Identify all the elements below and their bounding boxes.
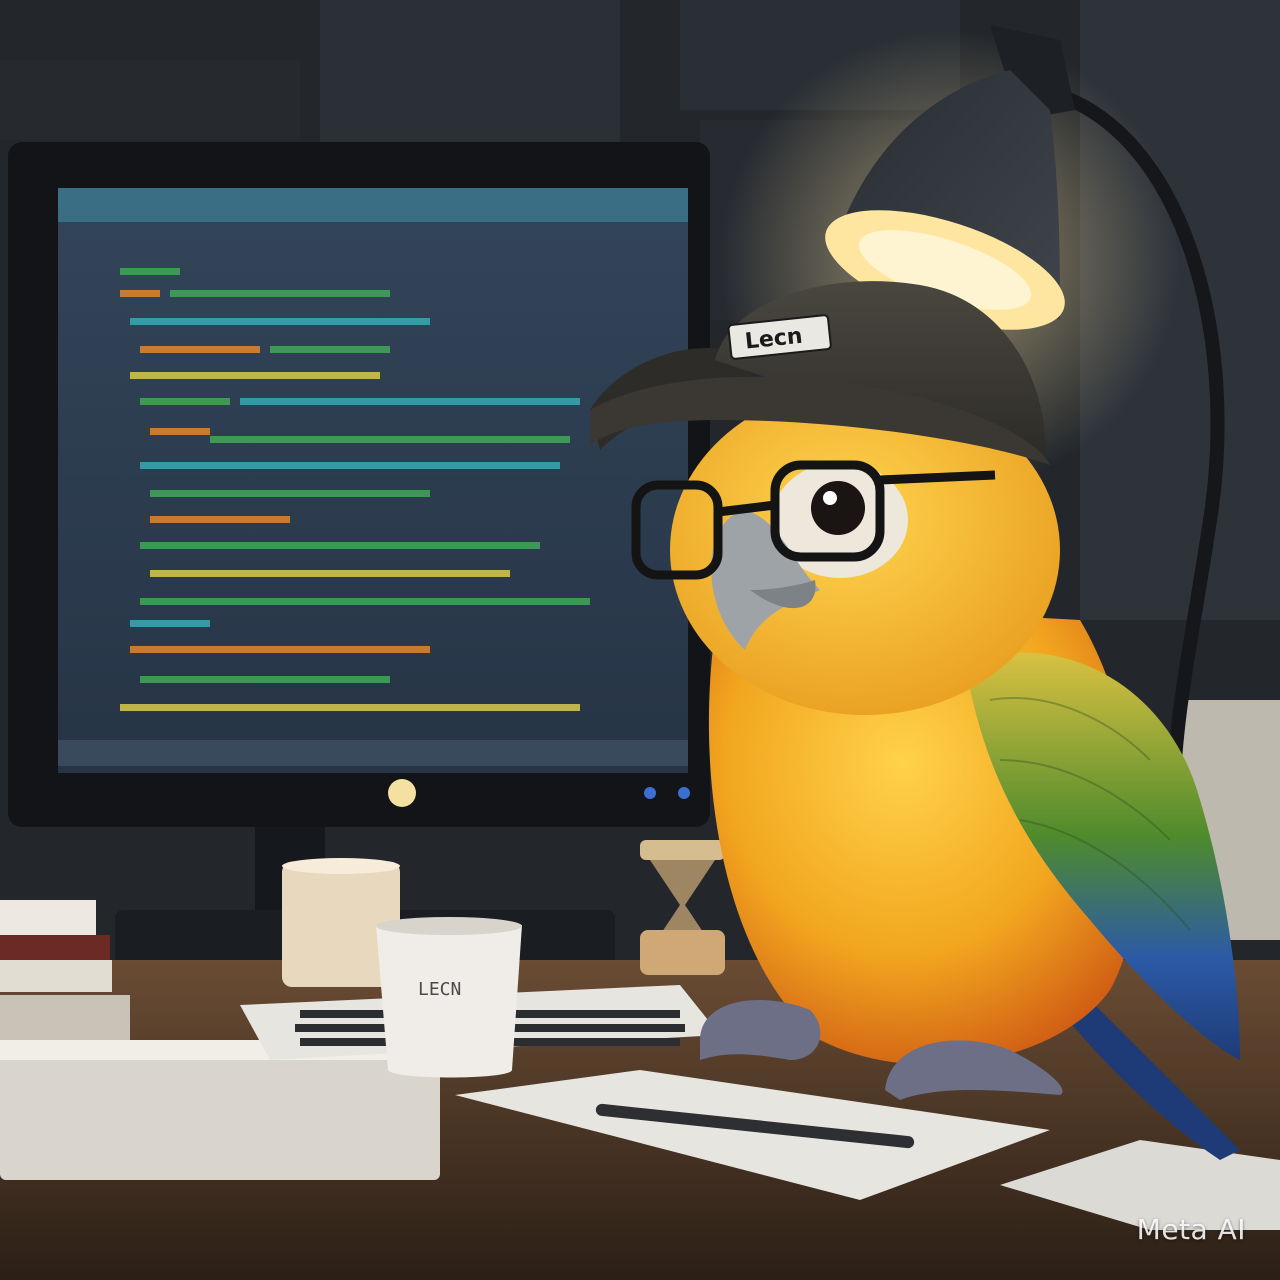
scene: LECN Lecn Meta AI — [0, 0, 1280, 1280]
monitor-screen — [58, 188, 688, 773]
illustration: LECN Lecn — [0, 0, 1280, 1280]
mug-label: LECN — [418, 979, 461, 1000]
coffee-mug-icon: LECN — [376, 917, 522, 1078]
watermark: Meta AI — [1136, 1213, 1246, 1246]
